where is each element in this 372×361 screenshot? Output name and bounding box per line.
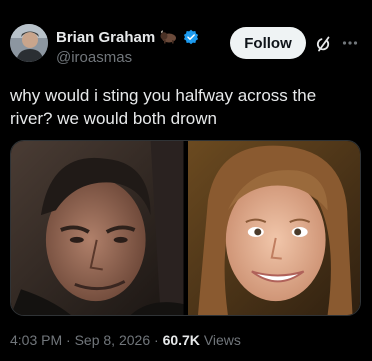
follow-button[interactable]: Follow: [230, 27, 306, 59]
more-icon[interactable]: [341, 34, 359, 52]
views-label: Views: [203, 332, 241, 348]
grok-icon[interactable]: [315, 35, 333, 53]
tweet-time[interactable]: 4:03 PM: [10, 332, 62, 348]
views-count: 60.7K: [162, 332, 200, 348]
author-handle[interactable]: @iroasmas: [56, 49, 132, 66]
tweet-date[interactable]: Sep 8, 2026: [75, 332, 151, 348]
avatar[interactable]: [10, 24, 48, 62]
author-display-name[interactable]: Brian Graham: [56, 29, 155, 46]
media-image-woman[interactable]: [187, 141, 360, 315]
author-name-row: Brian Graham: [56, 27, 199, 47]
media-grid: [10, 140, 361, 316]
media-image-man[interactable]: [11, 141, 184, 315]
meta-separator: ·: [66, 332, 71, 348]
meta-separator: ·: [154, 332, 159, 348]
bison-emoji-icon: [160, 30, 178, 44]
tweet-meta: 4:03 PM · Sep 8, 2026 · 60.7K Views: [10, 332, 241, 348]
tweet: Brian Graham @iroasmas Follow why would …: [0, 0, 372, 361]
tweet-text: why would i sting you halfway across the…: [10, 86, 317, 128]
verified-badge-icon: [183, 29, 199, 45]
